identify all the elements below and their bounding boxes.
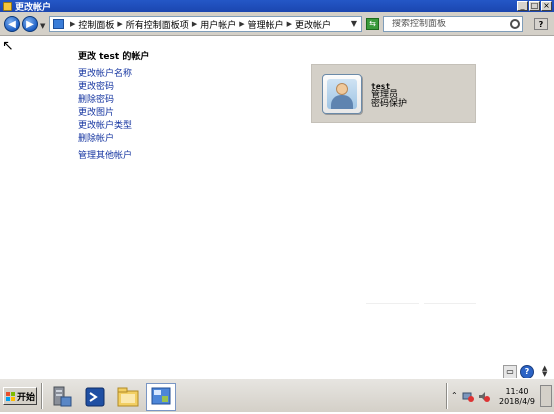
account-details: test 管理员 密码保护 [371, 82, 407, 109]
system-clock[interactable]: 11:40 2018/4/9 [497, 387, 537, 407]
mouse-cursor-icon: ↖ [2, 38, 14, 54]
breadcrumb-item[interactable]: 控制面板 [78, 18, 114, 31]
change-account-name-link[interactable]: 更改帐户名称 [78, 68, 132, 81]
breadcrumb[interactable]: ▶ 控制面板 ▶ 所有控制面板项 ▶ 用户帐户 ▶ 管理帐户 ▶ 更改帐户 ▼ [49, 16, 362, 32]
breadcrumb-item[interactable]: 用户帐户 [200, 18, 236, 31]
history-dropdown-icon[interactable]: ▼ [40, 22, 45, 30]
volume-icon[interactable] [478, 391, 490, 402]
divider [446, 383, 448, 409]
clock-date: 2018/4/9 [499, 397, 535, 406]
remove-password-link[interactable]: 删除密码 [78, 94, 132, 107]
help-icon[interactable]: ? [534, 18, 548, 30]
user-avatar-icon [322, 74, 362, 114]
user-accounts-app-icon [3, 1, 12, 11]
help-icon[interactable]: ? [520, 365, 534, 379]
main-content: ↖ 更改 test 的帐户 更改帐户名称 更改密码 删除密码 更改图片 更改帐户… [0, 37, 554, 379]
maximize-button[interactable]: □ [529, 1, 540, 11]
page-title: 更改 test 的帐户 [78, 52, 150, 62]
account-status: 密码保护 [371, 99, 408, 109]
chevron-right-icon[interactable]: ▶ [192, 20, 197, 28]
clock-time: 11:40 [505, 387, 529, 396]
control-panel-taskbar-icon[interactable] [146, 383, 176, 411]
chevron-up-icon[interactable]: ⌃ [451, 391, 458, 400]
close-button[interactable]: × [541, 1, 552, 11]
window-controls: _ □ × [517, 1, 552, 11]
status-icons: ▭ ? [503, 365, 534, 379]
start-button[interactable]: 开始 [3, 387, 37, 405]
manage-other-accounts-link[interactable]: 管理其他帐户 [78, 150, 132, 163]
printer-icon[interactable]: ▭ [503, 365, 517, 379]
divider [366, 303, 419, 304]
delete-account-link[interactable]: 删除帐户 [78, 133, 132, 146]
address-bar: ◀ ▶ ▼ ▶ 控制面板 ▶ 所有控制面板项 ▶ 用户帐户 ▶ 管理帐户 ▶ 更… [0, 12, 554, 36]
window-title: 更改帐户 [15, 2, 52, 13]
window-titlebar: 更改帐户 _ □ × [0, 0, 554, 13]
start-label: 开始 [17, 392, 36, 403]
breadcrumb-item[interactable]: 管理帐户 [248, 18, 284, 31]
windows-flag-icon [6, 391, 15, 401]
back-arrow-icon[interactable]: ◀ [4, 16, 20, 32]
breadcrumb-item[interactable]: 所有控制面板项 [126, 18, 189, 31]
minimize-button[interactable]: _ [517, 1, 528, 11]
breadcrumb-item[interactable]: 更改帐户 [295, 18, 331, 31]
chevron-right-icon[interactable]: ▶ [287, 20, 292, 28]
search-input[interactable] [392, 19, 502, 29]
network-icon[interactable] [462, 391, 474, 402]
change-password-link[interactable]: 更改密码 [78, 81, 132, 94]
chevron-right-icon[interactable]: ▶ [117, 20, 122, 28]
change-account-type-link[interactable]: 更改帐户类型 [78, 120, 132, 133]
show-desktop-button[interactable] [540, 385, 552, 407]
refresh-icon[interactable]: ⇆ [366, 18, 379, 30]
account-card: test 管理员 密码保护 [311, 64, 476, 123]
chevron-right-icon[interactable]: ▶ [239, 20, 244, 28]
server-manager-icon[interactable] [46, 383, 76, 411]
forward-arrow-icon[interactable]: ▶ [22, 16, 38, 32]
change-picture-link[interactable]: 更改图片 [78, 107, 132, 120]
task-links: 更改帐户名称 更改密码 删除密码 更改图片 更改帐户类型 删除帐户 管理其他帐户 [78, 68, 132, 163]
divider [424, 303, 476, 304]
divider [41, 383, 43, 409]
search-field[interactable] [383, 16, 523, 32]
chevron-right-icon[interactable]: ▶ [70, 20, 75, 28]
chevron-expand-icon[interactable]: ▲ ▼ [542, 365, 547, 378]
explorer-folder-icon[interactable] [113, 383, 143, 411]
taskbar: 开始 ⌃ 11:40 2018/4/9 [0, 378, 554, 412]
address-dropdown-icon[interactable]: ▼ [351, 19, 357, 28]
control-panel-icon [53, 19, 64, 29]
search-icon[interactable] [510, 19, 520, 29]
powershell-icon[interactable] [80, 383, 110, 411]
